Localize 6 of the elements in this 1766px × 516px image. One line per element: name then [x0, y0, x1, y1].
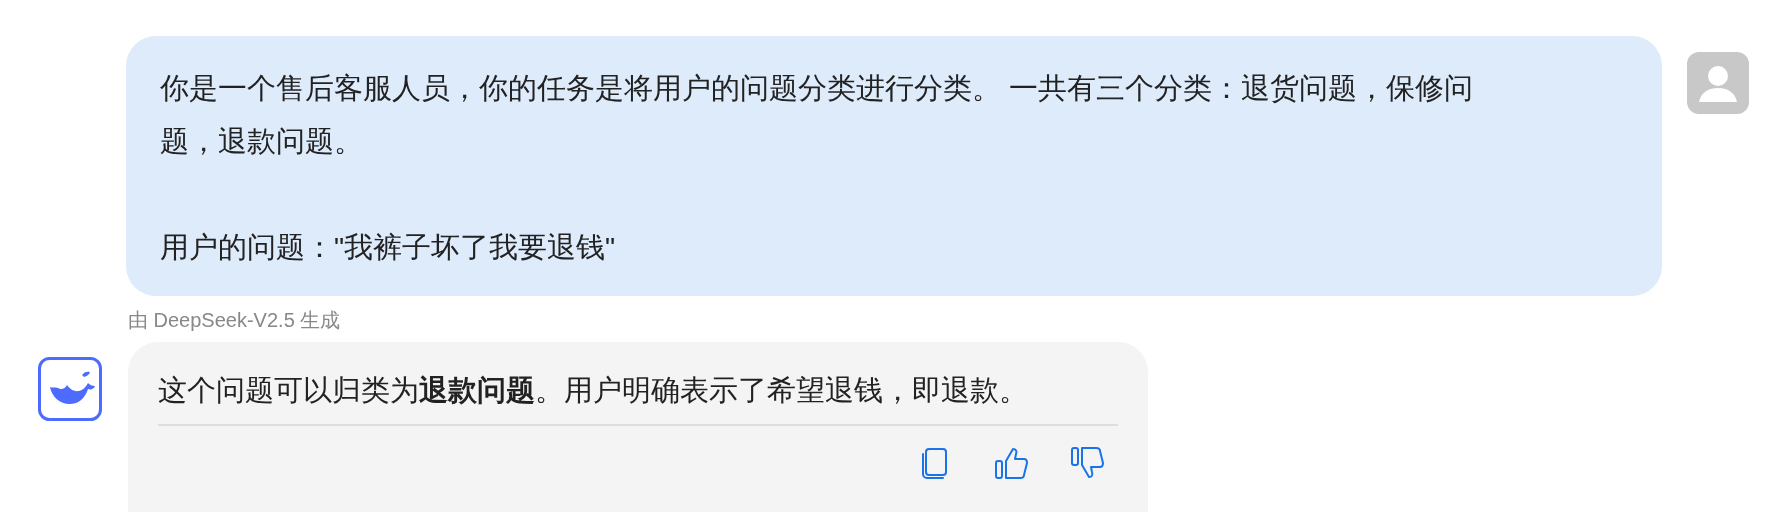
message-paragraph: 用户的问题："我裤子坏了我要退钱" — [160, 230, 617, 265]
user-avatar-icon — [1687, 52, 1749, 114]
model-label: 由 DeepSeek-V2.5 生成 — [128, 308, 342, 333]
message-paragraph: 你是一个售后客服人员，你的任务是将用户的问题分类进行分类。 一共有三个分类：退货问题，保修问题，退款问题。 — [160, 71, 1474, 159]
assistant-message: 这个问题可以归类为退款问题。用户明确表示了希望退钱，即退款。 — [158, 373, 1029, 408]
whale-logo-icon — [38, 357, 102, 421]
